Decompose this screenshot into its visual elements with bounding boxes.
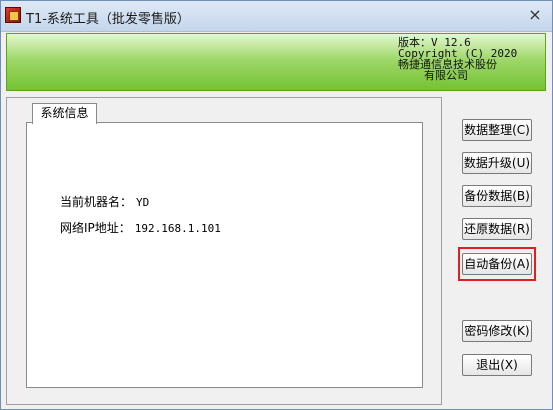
tab-content: 当前机器名： YD 网络IP地址： 192.168.1.101 [26, 122, 423, 388]
change-password-button[interactable]: 密码修改(K) [462, 320, 532, 342]
system-info-panel: 系统信息 当前机器名： YD 网络IP地址： 192.168.1.101 [6, 97, 442, 405]
window-title: T1-系统工具（批发零售版） [26, 12, 190, 27]
data-cleanup-button[interactable]: 数据整理(C) [462, 119, 532, 141]
title-bar[interactable]: T1-系统工具（批发零售版） × [1, 1, 552, 32]
main-window: T1-系统工具（批发零售版） × 版本：V 12.6 Copyright (C)… [0, 0, 553, 410]
backup-data-button[interactable]: 备份数据(B) [462, 185, 532, 207]
version-info: 版本：V 12.6 Copyright (C) 2020 畅捷通信息技术股份 有… [398, 37, 517, 81]
machine-name-value: YD [136, 196, 150, 209]
ip-address-label: 网络IP地址： [60, 221, 131, 235]
machine-name-row: 当前机器名： YD [60, 193, 149, 210]
close-button[interactable]: × [524, 5, 546, 25]
machine-name-label: 当前机器名： [60, 195, 133, 209]
company-name-line2: 有限公司 [424, 69, 468, 82]
exit-button[interactable]: 退出(X) [462, 354, 532, 376]
app-icon [5, 7, 21, 23]
ip-address-row: 网络IP地址： 192.168.1.101 [60, 219, 221, 236]
tab-system-info[interactable]: 系统信息 [32, 103, 97, 124]
restore-data-button[interactable]: 还原数据(R) [462, 218, 532, 240]
highlight-box [458, 247, 536, 281]
ip-address-value: 192.168.1.101 [134, 222, 221, 235]
data-upgrade-button[interactable]: 数据升级(U) [462, 152, 532, 174]
header-banner: 版本：V 12.6 Copyright (C) 2020 畅捷通信息技术股份 有… [6, 33, 546, 91]
